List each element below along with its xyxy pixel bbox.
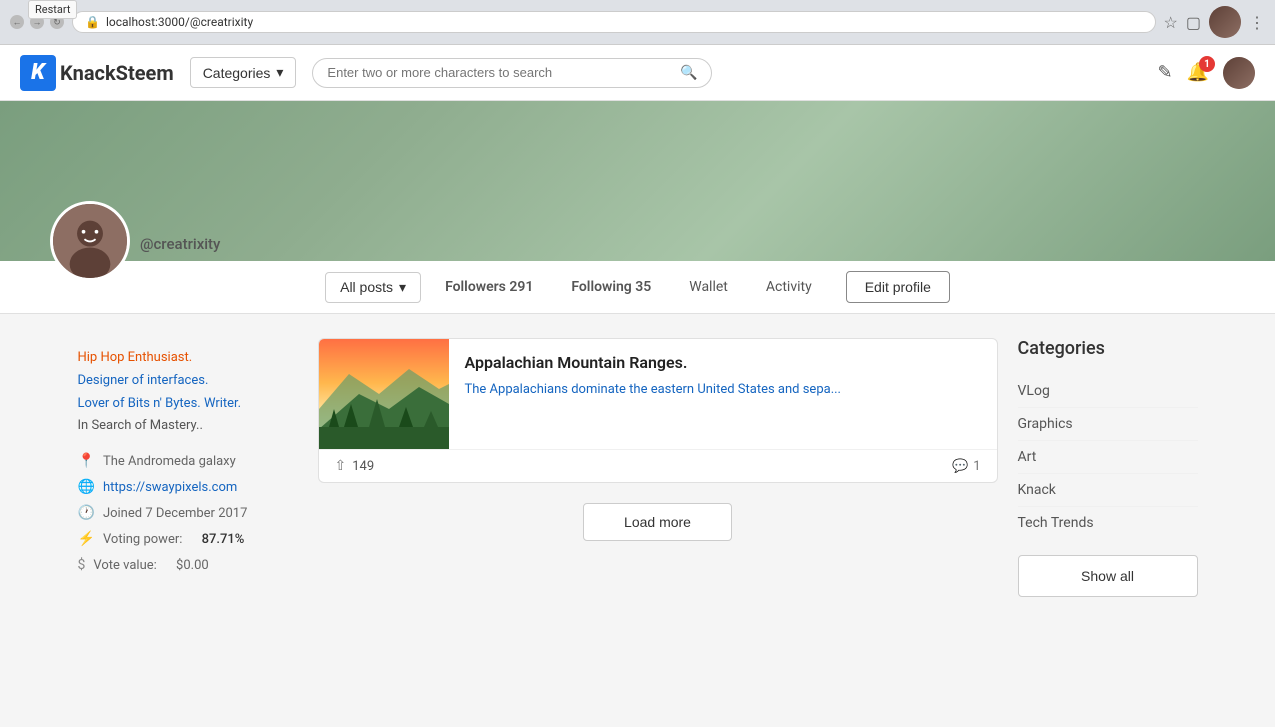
wallet-tab[interactable]: Wallet [675,271,742,303]
profile-username: @creatrixity [140,235,220,253]
search-icon: 🔍 [680,65,697,81]
chevron-down-icon: ▾ [399,279,406,296]
bio-line-2: Designer of interfaces. [78,371,298,392]
dollar-icon: $ [78,557,86,573]
activity-tab[interactable]: Activity [752,271,826,303]
post-excerpt: The Appalachians dominate the eastern Un… [465,380,981,400]
edit-icon[interactable]: ✎ [1157,62,1172,83]
navbar-right: ✎ 🔔 1 [1157,57,1255,89]
post-thumbnail [319,339,449,449]
categories-dropdown-button[interactable]: Categories ▾ [190,57,297,88]
navbar: K KnackSteem Categories ▾ 🔍 ✎ 🔔 1 [0,45,1275,101]
browser-actions: ☆ ▢ ⋮ [1164,6,1265,38]
left-sidebar: Hip Hop Enthusiast. Designer of interfac… [78,338,298,597]
center-feed: Appalachian Mountain Ranges. The Appalac… [318,338,998,597]
search-bar[interactable]: 🔍 [312,58,712,88]
website-meta: 🌐 https://swaypixels.com [78,479,298,495]
menu-icon[interactable]: ⋮ [1249,13,1265,32]
post-card[interactable]: Appalachian Mountain Ranges. The Appalac… [318,338,998,483]
vote-value-meta: $ Vote value: $0.00 [78,557,298,573]
category-item-graphics[interactable]: Graphics [1018,408,1198,441]
profile-avatar-area [50,201,130,281]
post-title: Appalachian Mountain Ranges. [465,353,981,372]
category-item-art[interactable]: Art [1018,441,1198,474]
lightning-icon: ⚡ [78,531,95,547]
logo[interactable]: K KnackSteem [20,55,174,91]
followers-tab[interactable]: Followers 291 [431,271,547,303]
bio: Hip Hop Enthusiast. Designer of interfac… [78,348,298,437]
search-input[interactable] [327,65,672,80]
bio-text-2: Designer of interfaces. [78,373,209,388]
profile-avatar [50,201,130,281]
load-more-button[interactable]: Load more [583,503,732,541]
chevron-down-icon: ▾ [276,64,283,81]
post-content: Appalachian Mountain Ranges. The Appalac… [449,339,997,449]
notification-badge: 1 [1199,56,1215,72]
voting-power-meta: ⚡ Voting power: 87.71% [78,531,298,547]
avatar-svg [53,201,127,281]
restart-tooltip: Restart [28,0,77,19]
logo-icon: K [20,55,56,91]
post-card-inner: Appalachian Mountain Ranges. The Appalac… [319,339,997,449]
all-posts-dropdown[interactable]: All posts ▾ [325,272,421,303]
bio-text-1: Hip Hop Enthusiast. [78,350,193,365]
address-bar[interactable]: 🔒 localhost:3000/@creatrixity [72,11,1156,33]
main-content: Hip Hop Enthusiast. Designer of interfac… [38,314,1238,621]
following-tab[interactable]: Following 35 [557,271,665,303]
vote-count: 149 [352,459,374,474]
edit-profile-button[interactable]: Edit profile [846,271,950,303]
bookmark-icon[interactable]: ☆ [1164,13,1178,32]
bio-line-1: Hip Hop Enthusiast. [78,348,298,369]
browser-chrome: Restart ← → ↻ 🔒 localhost:3000/@creatrix… [0,0,1275,45]
right-sidebar: Categories VLog Graphics Art Knack Tech … [1018,338,1198,597]
comment-icon: 💬 [952,459,968,474]
category-item-vlog[interactable]: VLog [1018,375,1198,408]
post-comments: 💬 1 [952,459,981,474]
comment-count: 1 [973,459,980,474]
globe-icon: 🌐 [78,479,95,495]
browser-user-avatar[interactable] [1209,6,1241,38]
profile-hero: @creatrixity [0,101,1275,261]
lock-icon: 🔒 [85,15,100,29]
show-all-button[interactable]: Show all [1018,555,1198,597]
website-link[interactable]: https://swaypixels.com [103,480,237,495]
url-text: localhost:3000/@creatrixity [106,15,253,29]
location-icon: 📍 [78,453,95,469]
category-item-knack[interactable]: Knack [1018,474,1198,507]
upvote-icon: ⇧ [335,458,347,474]
category-item-tech-trends[interactable]: Tech Trends [1018,507,1198,539]
bio-text-4: In Search of Mastery.. [78,418,203,433]
post-votes: ⇧ 149 [335,458,375,474]
logo-text: KnackSteem [60,61,174,85]
extensions-icon[interactable]: ▢ [1186,13,1201,32]
post-footer: ⇧ 149 💬 1 [319,449,997,482]
notifications-button[interactable]: 🔔 1 [1187,62,1209,83]
bio-text-3: Lover of Bits n' Bytes. Writer. [78,396,242,411]
user-avatar[interactable] [1223,57,1255,89]
profile-tabs: All posts ▾ Followers 291 Following 35 W… [0,261,1275,314]
avatar-image [1223,57,1255,89]
clock-icon: 🕐 [78,505,95,521]
categories-title: Categories [1018,338,1198,359]
back-button[interactable]: ← [10,15,24,29]
bio-line-3: Lover of Bits n' Bytes. Writer. [78,394,298,415]
categories-list: VLog Graphics Art Knack Tech Trends [1018,375,1198,539]
bio-line-4: In Search of Mastery.. [78,416,298,437]
joined-meta: 🕐 Joined 7 December 2017 [78,505,298,521]
location-meta: 📍 The Andromeda galaxy [78,453,298,469]
